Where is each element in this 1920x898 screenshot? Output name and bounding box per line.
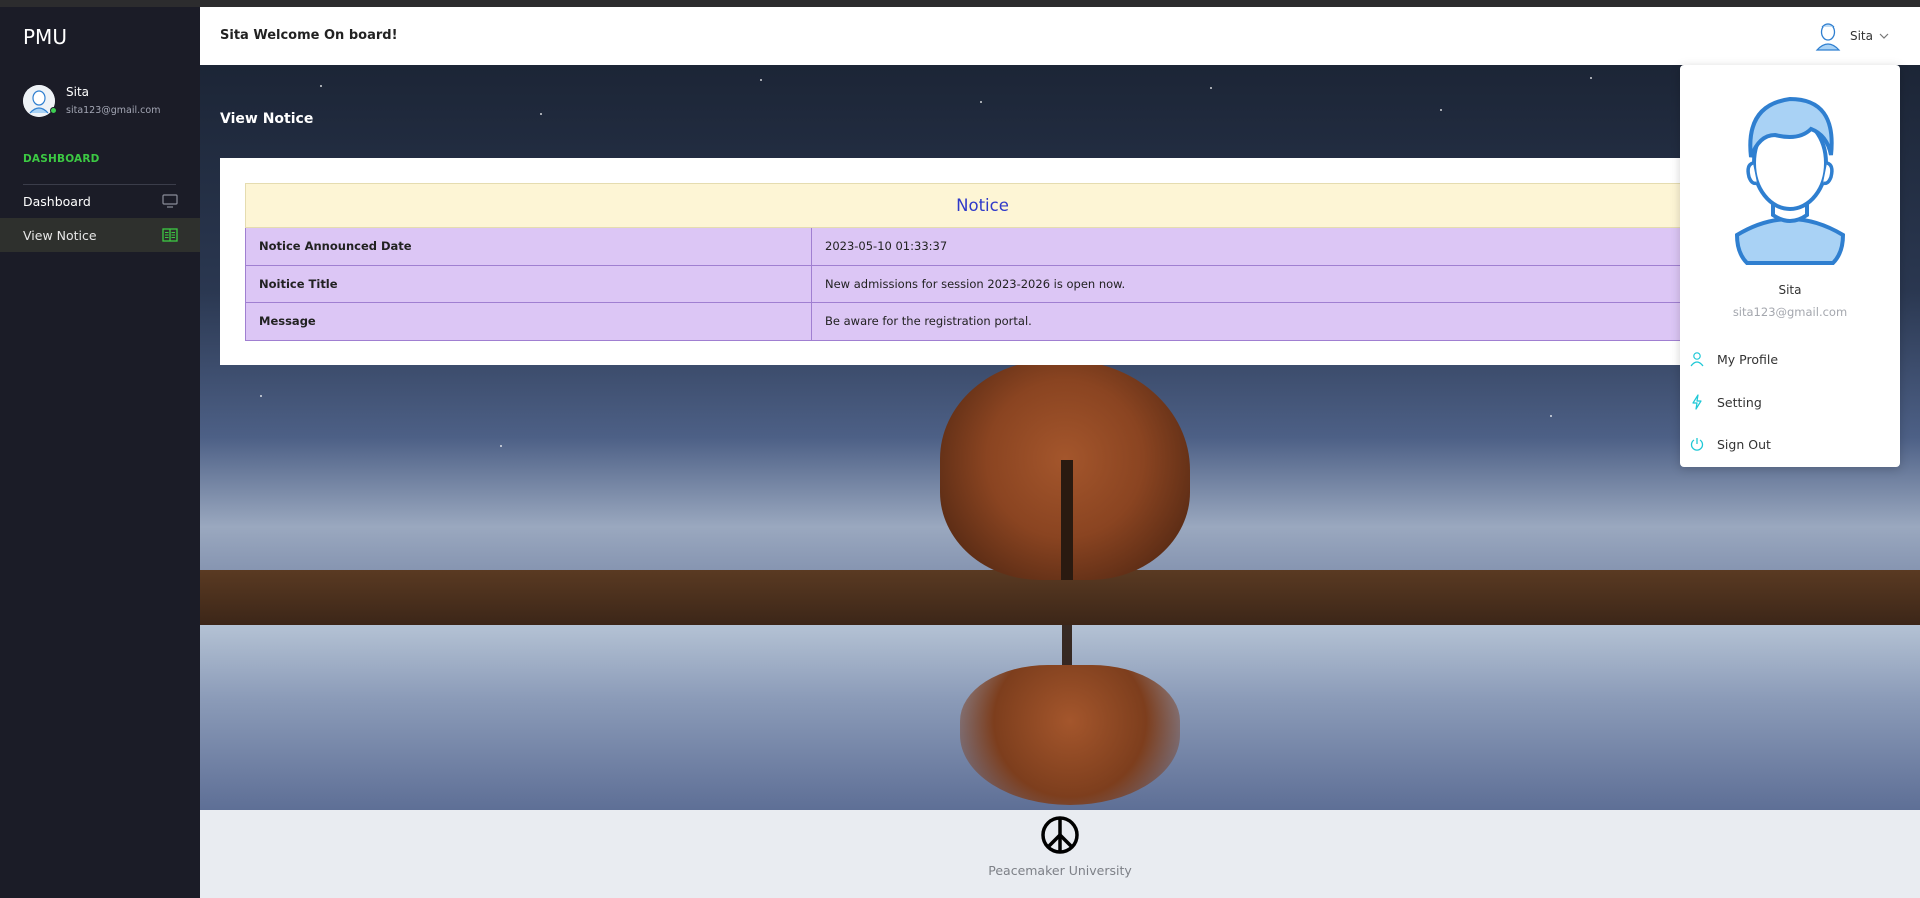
notice-title-label: Noitice Title — [245, 264, 812, 303]
sidebar-item-label: View Notice — [23, 227, 97, 243]
dropdown-user-name: Sita — [1778, 283, 1802, 297]
menu-item-sign-out[interactable]: Sign Out — [1680, 427, 1900, 461]
notice-message-value: Be aware for the registration portal. — [811, 302, 1720, 341]
sidebar-item-label: Dashboard — [23, 193, 91, 209]
star — [260, 395, 262, 397]
footer: Peacemaker University — [200, 810, 1920, 898]
table-row: Message Be aware for the registration po… — [245, 302, 1720, 341]
menu-item-label: Setting — [1717, 394, 1762, 410]
online-status-dot — [50, 107, 57, 114]
menu-item-setting[interactable]: Setting — [1680, 385, 1900, 419]
topbar-user-name: Sita — [1849, 29, 1873, 43]
user-dropdown-menu: Sita sita123@gmail.com My Profile Settin… — [1680, 65, 1900, 467]
notice-heading: Notice — [245, 183, 1720, 228]
dropdown-user-email: sita123@gmail.com — [1732, 305, 1848, 319]
menu-item-label: Sign Out — [1717, 436, 1771, 452]
notice-table: Notice Notice Announced Date 2023-05-10 … — [245, 183, 1720, 341]
monitor-icon — [162, 194, 178, 208]
notice-message-label: Message — [245, 302, 812, 341]
brand-logo[interactable]: PMU — [23, 25, 67, 49]
star — [500, 445, 502, 447]
bolt-icon — [1692, 394, 1702, 410]
star — [980, 101, 982, 103]
user-icon — [1690, 352, 1704, 367]
welcome-message: Sita Welcome On board! — [220, 28, 398, 43]
menu-item-label: My Profile — [1717, 351, 1779, 367]
table-row: Noitice Title New admissions for session… — [245, 264, 1720, 303]
star — [1440, 109, 1442, 111]
user-avatar-icon — [1815, 23, 1841, 51]
book-icon — [162, 228, 178, 242]
star — [1590, 77, 1592, 79]
window-top-strip — [0, 0, 1920, 7]
power-icon — [1690, 438, 1704, 451]
star — [1210, 87, 1212, 89]
sidebar-user-name: Sita — [66, 85, 90, 99]
sidebar-user-email: sita123@gmail.com — [66, 105, 161, 116]
table-row: Notice Announced Date 2023-05-10 01:33:3… — [245, 227, 1720, 266]
sidebar-item-dashboard[interactable]: Dashboard — [0, 184, 200, 218]
chevron-down-icon — [1879, 33, 1889, 39]
notice-date-label: Notice Announced Date — [245, 227, 812, 266]
notice-title-value: New admissions for session 2023-2026 is … — [811, 264, 1720, 303]
menu-item-my-profile[interactable]: My Profile — [1680, 342, 1900, 376]
page-title: View Notice — [220, 111, 314, 127]
star — [320, 85, 322, 87]
star — [540, 113, 542, 115]
tree-trunk — [1061, 460, 1073, 580]
topbar: Sita Welcome On board! Sita — [200, 7, 1920, 65]
sidebar-user: Sita sita123@gmail.com — [23, 85, 193, 125]
tree-reflection-crown — [960, 665, 1180, 805]
notice-card: Notice Notice Announced Date 2023-05-10 … — [220, 158, 1720, 365]
star — [1550, 415, 1552, 417]
peace-icon — [1041, 816, 1079, 854]
notice-date-value: 2023-05-10 01:33:37 — [811, 227, 1720, 266]
user-menu-toggle[interactable]: Sita — [1814, 20, 1890, 52]
footer-text: Peacemaker University — [988, 863, 1132, 878]
sidebar: PMU Sita sita123@gmail.com DASHBOARD Das… — [0, 7, 200, 898]
sidebar-section-label: DASHBOARD — [23, 153, 100, 165]
sidebar-item-view-notice[interactable]: View Notice — [0, 218, 200, 252]
star — [760, 79, 762, 81]
profile-avatar — [1734, 96, 1846, 265]
